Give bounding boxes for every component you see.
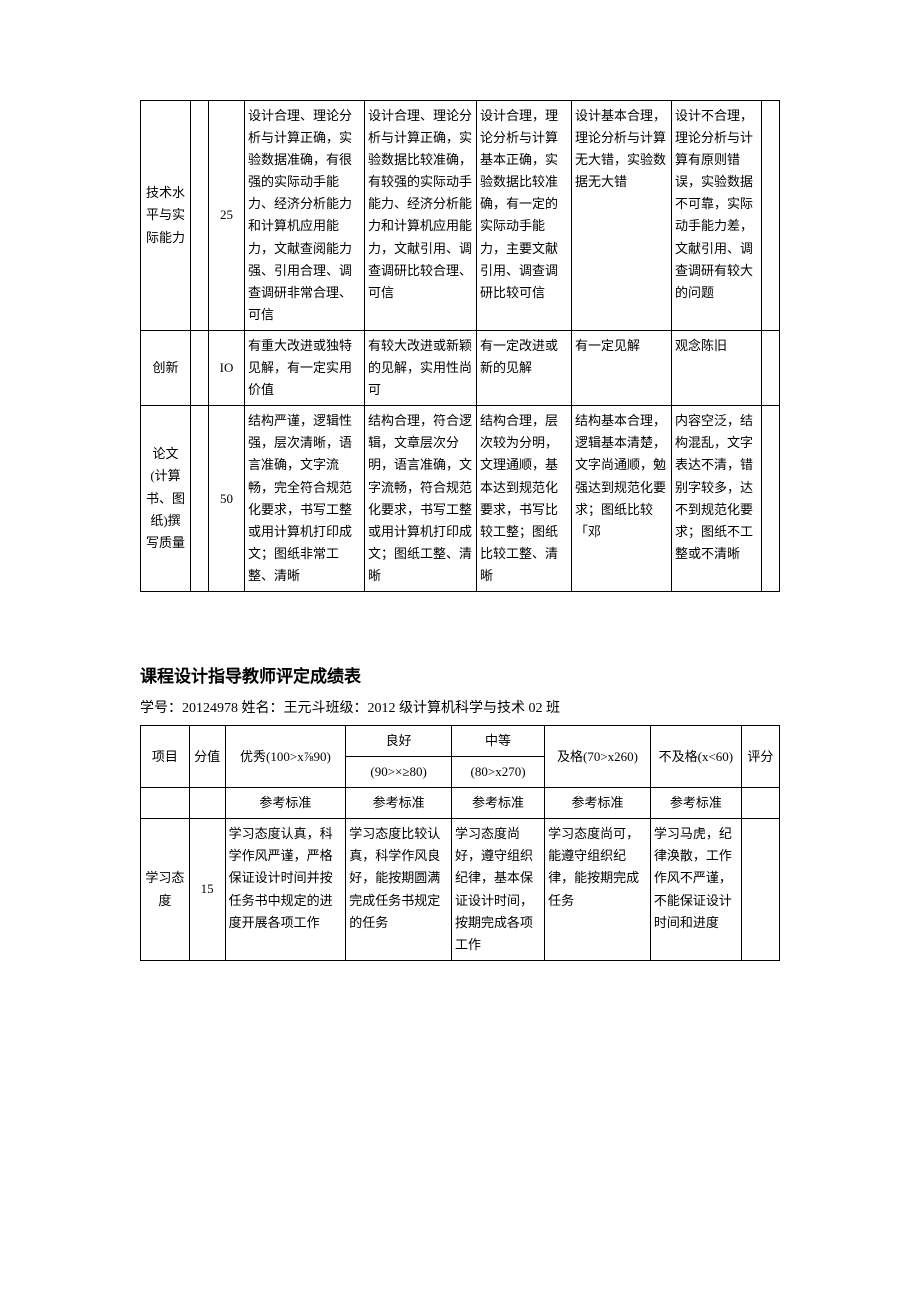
col-header-score: 分值	[189, 725, 225, 787]
col-header-good-bottom: (90>×≥80)	[346, 757, 452, 788]
ref-std: 参考标准	[225, 788, 346, 819]
row-label: 学习态度	[141, 819, 190, 961]
cell-fail: 学习马虎，纪律涣散，工作作风不严谨，不能保证设计时间和进度	[650, 819, 741, 961]
row-score: 50	[209, 406, 245, 592]
col-header-mid-bottom: (80>x270)	[452, 757, 545, 788]
table-row: 创新 IO 有重大改进或独特见解，有一定实用价值 有较大改进或新颖的见解，实用性…	[141, 330, 780, 405]
cell-mid: 设计合理，理论分析与计算基本正确，实验数据比较准确，有一定的实际动手能力，主要文…	[477, 101, 572, 331]
section-title: 课程设计指导教师评定成绩表	[140, 662, 780, 687]
cell-good: 结构合理，符合逻辑，文章层次分明，语言准确，文字流畅，符合规范化要求，书写工整或…	[365, 406, 477, 592]
score-input-cell[interactable]	[741, 819, 779, 961]
cell-excellent: 学习态度认真，科学作风严谨，严格保证设计时间并按任务书中规定的进度开展各项工作	[225, 819, 346, 961]
ref-std: 参考标准	[346, 788, 452, 819]
col-header-excellent: 优秀(100>x⅞90)	[225, 725, 346, 787]
col-header-pass: 及格(70>x260)	[545, 725, 651, 787]
score-input-cell[interactable]	[762, 406, 780, 592]
cell-fail: 内容空泛，结构混乱，文字表达不清，错别字较多，达不到规范化要求；图纸不工整或不清…	[672, 406, 762, 592]
rubric-table-upper: 技术水平与实际能力 25 设计合理、理论分析与计算正确，实验数据准确，有很强的实…	[140, 100, 780, 592]
row-label: 技术水平与实际能力	[141, 101, 191, 331]
table-row: 技术水平与实际能力 25 设计合理、理论分析与计算正确，实验数据准确，有很强的实…	[141, 101, 780, 331]
row-score: IO	[209, 330, 245, 405]
cell-mid: 有一定改进或新的见解	[477, 330, 572, 405]
cell-good: 学习态度比较认真，科学作风良好，能按期圆满完成任务书规定的任务	[346, 819, 452, 961]
cell-pass: 设计基本合理，理论分析与计算无大错，实验数据无大错	[572, 101, 672, 331]
cell-fail: 观念陈旧	[672, 330, 762, 405]
cell-mid: 学习态度尚好，遵守组织纪律，基本保证设计时间，按期完成各项工作	[452, 819, 545, 961]
cell-excellent: 设计合理、理论分析与计算正确，实验数据准确，有很强的实际动手能力、经济分析能力和…	[245, 101, 365, 331]
row-label: 创新	[141, 330, 191, 405]
header-row-1: 项目 分值 优秀(100>x⅞90) 良好 中等 及格(70>x260) 不及格…	[141, 725, 780, 756]
cell-excellent: 有重大改进或独特见解，有一定实用价值	[245, 330, 365, 405]
spacer-cell	[191, 101, 209, 331]
col-header-mid-top: 中等	[452, 725, 545, 756]
table-row: 论文(计算书、图纸)撰写质量 50 结构严谨，逻辑性强，层次清晰，语言准确，文字…	[141, 406, 780, 592]
cell-fail: 设计不合理，理论分析与计算有原则错误，实验数据不可靠，实际动手能力差，文献引用、…	[672, 101, 762, 331]
empty-cell	[141, 788, 190, 819]
cell-good: 有较大改进或新颖的见解，实用性尚可	[365, 330, 477, 405]
empty-cell	[189, 788, 225, 819]
cell-good: 设计合理、理论分析与计算正确，实验数据比较准确，有较强的实际动手能力、经济分析能…	[365, 101, 477, 331]
col-header-fail: 不及格(x<60)	[650, 725, 741, 787]
ref-std: 参考标准	[650, 788, 741, 819]
cell-mid: 结构合理，层次较为分明，文理通顺，基本达到规范化要求，书写比较工整；图纸比较工整…	[477, 406, 572, 592]
cell-excellent: 结构严谨，逻辑性强，层次清晰，语言准确，文字流畅，完全符合规范化要求，书写工整或…	[245, 406, 365, 592]
ref-std: 参考标准	[545, 788, 651, 819]
cell-pass: 学习态度尚可，能遵守组织纪律，能按期完成任务	[545, 819, 651, 961]
rubric-table-lower: 项目 分值 优秀(100>x⅞90) 良好 中等 及格(70>x260) 不及格…	[140, 725, 780, 961]
cell-pass: 结构基本合理，逻辑基本清楚，文字尚通顺，勉强达到规范化要求；图纸比较「邓	[572, 406, 672, 592]
row-score: 15	[189, 819, 225, 961]
header-row-ref: 参考标准 参考标准 参考标准 参考标准 参考标准	[141, 788, 780, 819]
spacer-cell	[191, 406, 209, 592]
col-header-project: 项目	[141, 725, 190, 787]
score-input-cell[interactable]	[762, 101, 780, 331]
student-info-line: 学号：20124978 姓名：王元斗班级：2012 级计算机科学与技术 02 班	[140, 697, 780, 717]
score-input-cell[interactable]	[762, 330, 780, 405]
empty-cell	[741, 788, 779, 819]
row-score: 25	[209, 101, 245, 331]
table-row: 学习态度 15 学习态度认真，科学作风严谨，严格保证设计时间并按任务书中规定的进…	[141, 819, 780, 961]
col-header-good-top: 良好	[346, 725, 452, 756]
spacer-cell	[191, 330, 209, 405]
row-label: 论文(计算书、图纸)撰写质量	[141, 406, 191, 592]
col-header-rating: 评分	[741, 725, 779, 787]
cell-pass: 有一定见解	[572, 330, 672, 405]
ref-std: 参考标准	[452, 788, 545, 819]
